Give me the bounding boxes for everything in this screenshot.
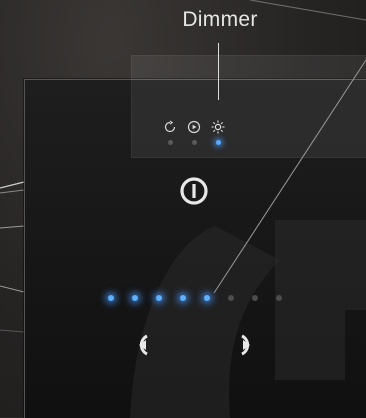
callout-stem — [218, 43, 219, 100]
dimmer-level-dot[interactable] — [132, 295, 138, 301]
power-icon[interactable] — [178, 175, 210, 207]
mode-indicator-light — [216, 140, 221, 145]
dimmer-level-dot[interactable] — [156, 295, 162, 301]
dimmer-level-dot[interactable] — [228, 295, 234, 301]
dimmer-level-dot[interactable] — [108, 295, 114, 301]
refresh-circle-icon[interactable] — [163, 120, 177, 134]
dimmer-level-dot[interactable] — [204, 295, 210, 301]
dimmer-level-dot[interactable] — [252, 295, 258, 301]
chevron-right-icon[interactable] — [234, 331, 262, 359]
sun-icon[interactable] — [211, 120, 225, 134]
mode-indicator-play — [192, 140, 197, 145]
dimmer-level-dot[interactable] — [180, 295, 186, 301]
play-circle-icon[interactable] — [187, 120, 201, 134]
mode-indicator-auto — [168, 140, 173, 145]
dimmer-callout-pointer — [213, 59, 366, 294]
chevron-left-icon[interactable] — [127, 331, 155, 359]
dimmer-level-dot[interactable] — [276, 295, 282, 301]
callout-title: Dimmer — [182, 8, 258, 31]
